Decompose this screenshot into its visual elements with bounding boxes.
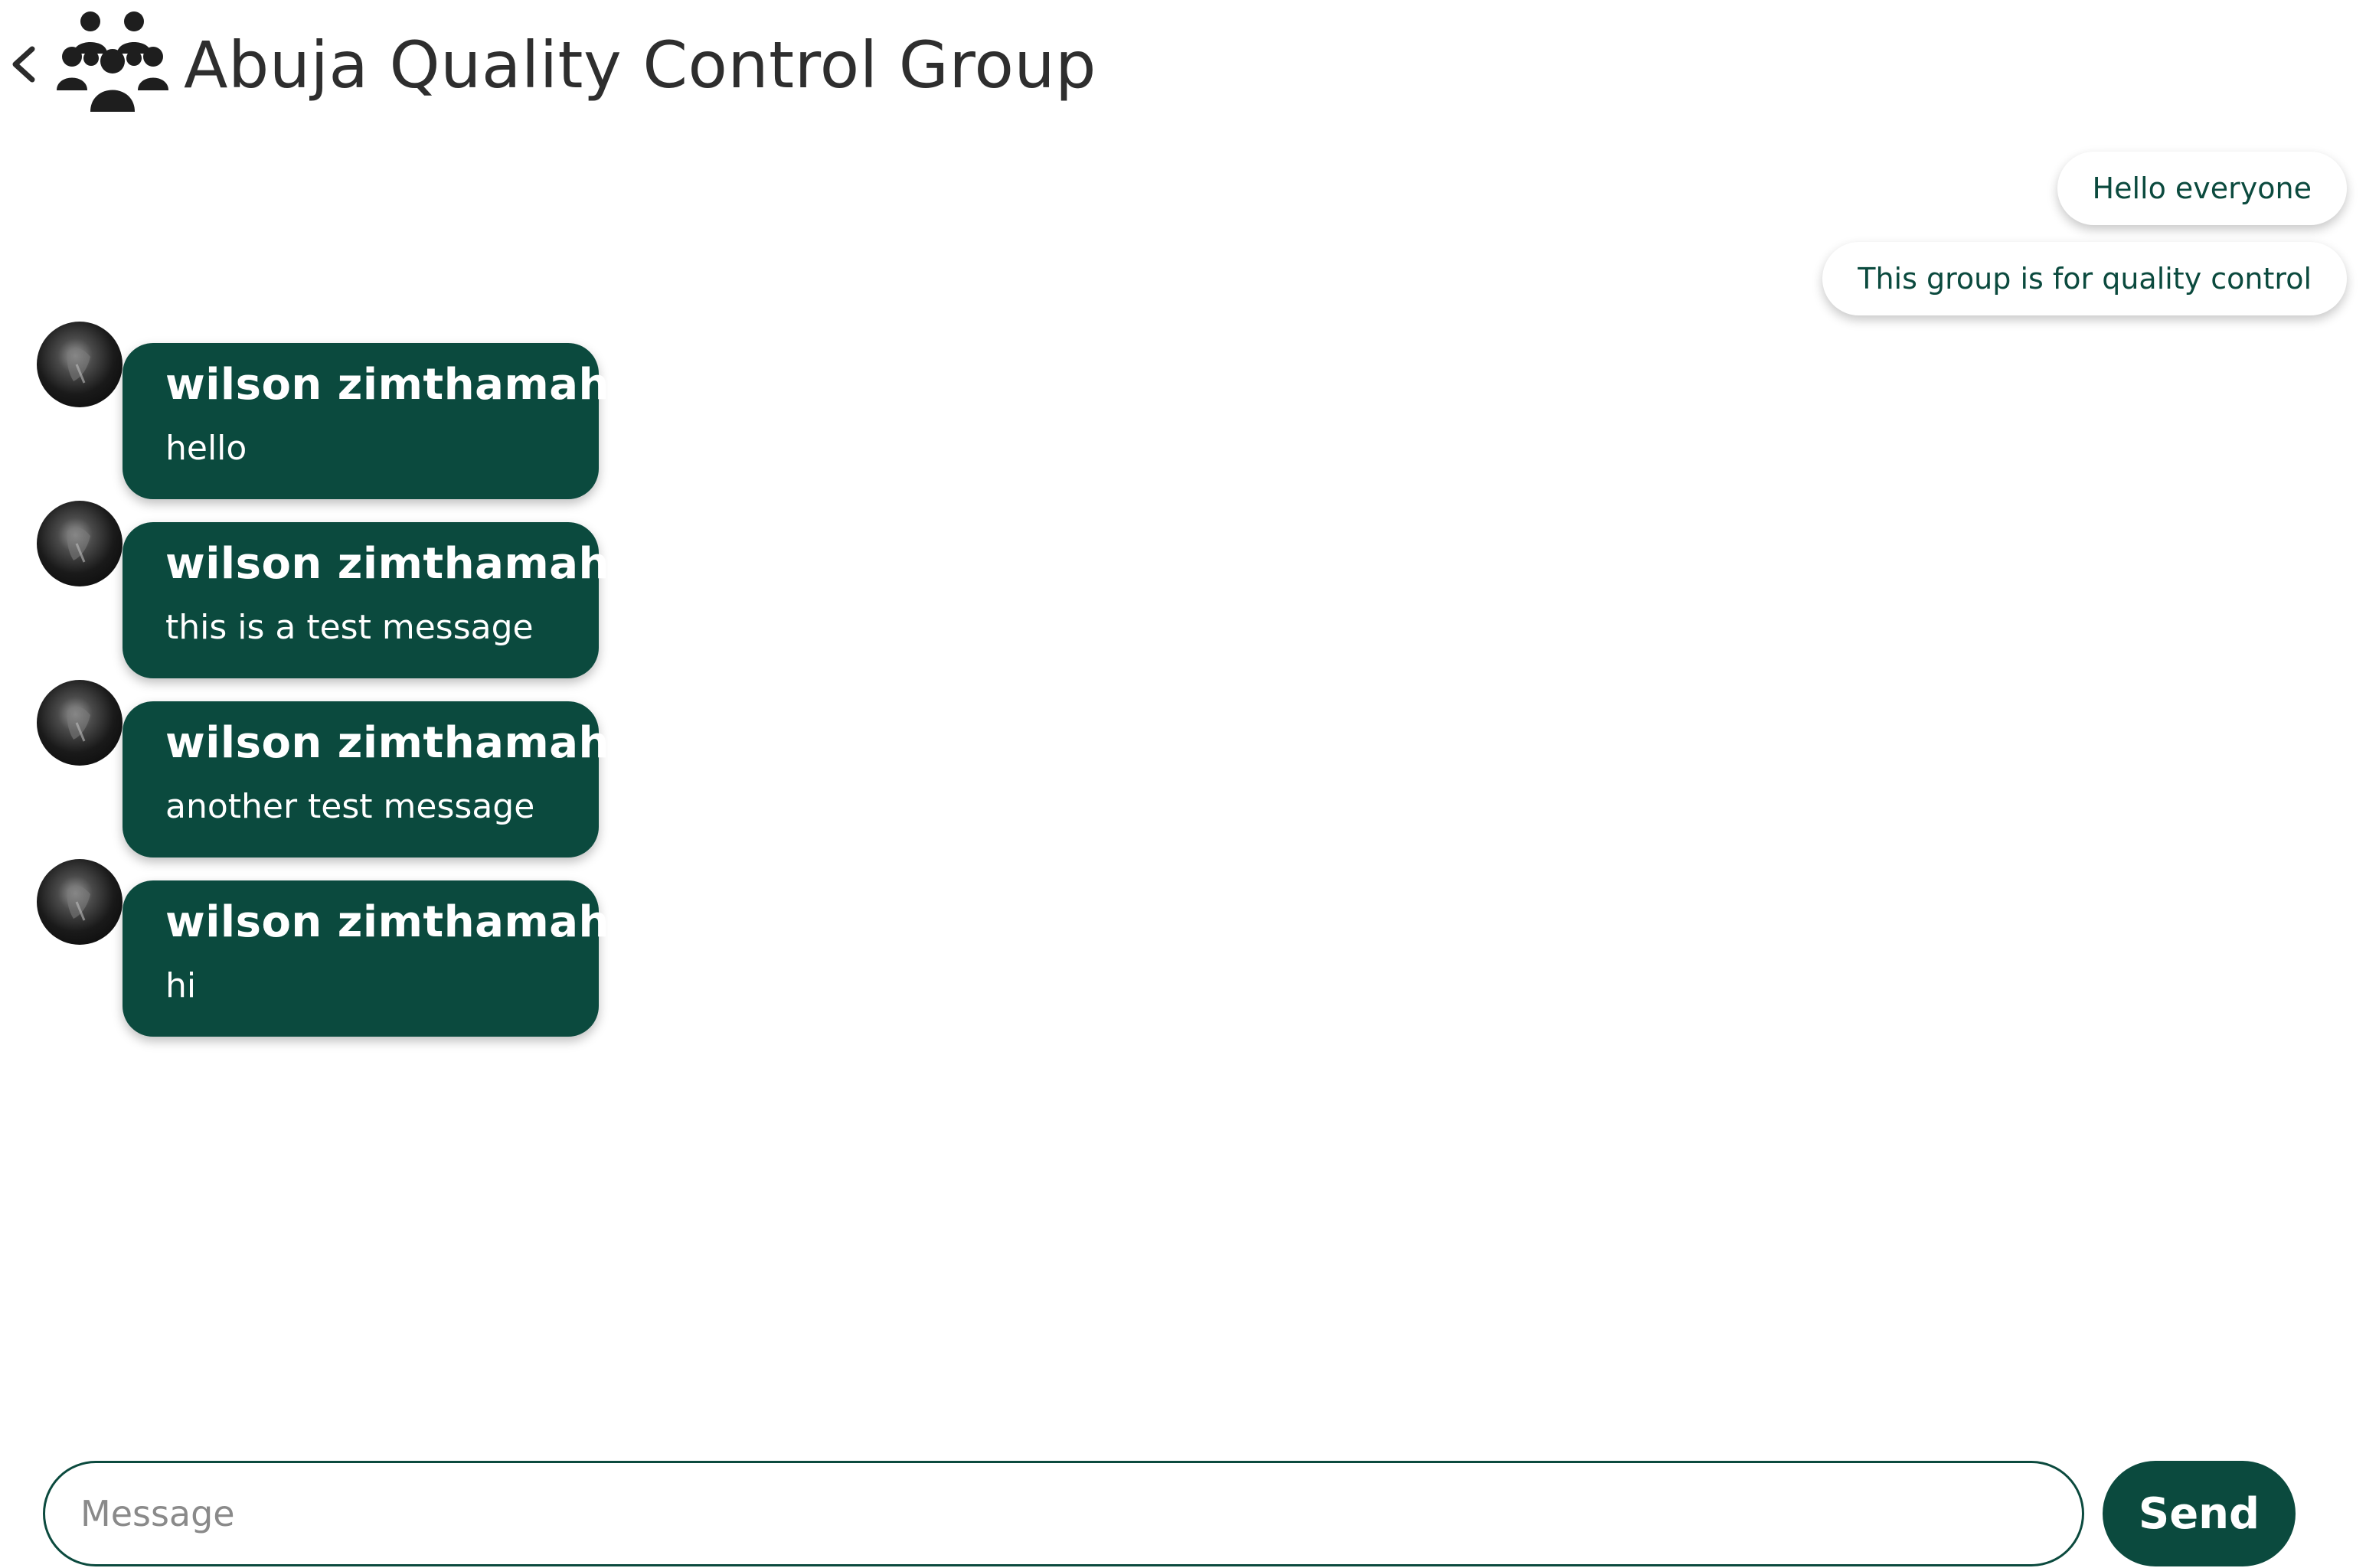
incoming-message-bubble: wilson zimthamah hello	[123, 343, 609, 499]
back-button[interactable]	[3, 35, 46, 93]
sender-name: wilson zimthamah	[165, 897, 609, 947]
people-group-icon	[57, 11, 168, 118]
incoming-message: wilson zimthamah hello	[0, 322, 628, 499]
message-text: another test message	[165, 787, 535, 826]
message-text: hello	[165, 429, 247, 468]
incoming-message: wilson zimthamah hi	[0, 859, 628, 1037]
chat-header: Abuja Quality Control Group	[0, 0, 2379, 130]
chevron-left-icon	[12, 46, 35, 83]
message-input[interactable]	[43, 1461, 2084, 1566]
avatar[interactable]	[37, 859, 123, 945]
outgoing-message-bubble: Hello everyone	[2057, 152, 2347, 225]
incoming-message: wilson zimthamah this is a test message	[0, 501, 628, 678]
message-list: Hello everyone This group is for quality…	[0, 130, 2379, 1432]
avatar[interactable]	[37, 501, 123, 586]
page-title: Abuja Quality Control Group	[184, 28, 1096, 103]
message-composer: Send	[0, 1455, 2379, 1568]
incoming-message-bubble: wilson zimthamah this is a test message	[123, 522, 609, 678]
avatar[interactable]	[37, 322, 123, 407]
message-text: this is a test message	[165, 608, 534, 647]
incoming-message: wilson zimthamah another test message	[0, 680, 628, 858]
sender-name: wilson zimthamah	[165, 360, 609, 410]
message-text: hi	[165, 966, 197, 1005]
sender-name: wilson zimthamah	[165, 718, 609, 768]
avatar[interactable]	[37, 680, 123, 766]
incoming-message-bubble: wilson zimthamah another test message	[123, 701, 609, 858]
sender-name: wilson zimthamah	[165, 539, 609, 589]
send-button[interactable]: Send	[2103, 1461, 2296, 1566]
outgoing-message-bubble: This group is for quality control	[1822, 242, 2347, 315]
incoming-message-bubble: wilson zimthamah hi	[123, 880, 609, 1037]
